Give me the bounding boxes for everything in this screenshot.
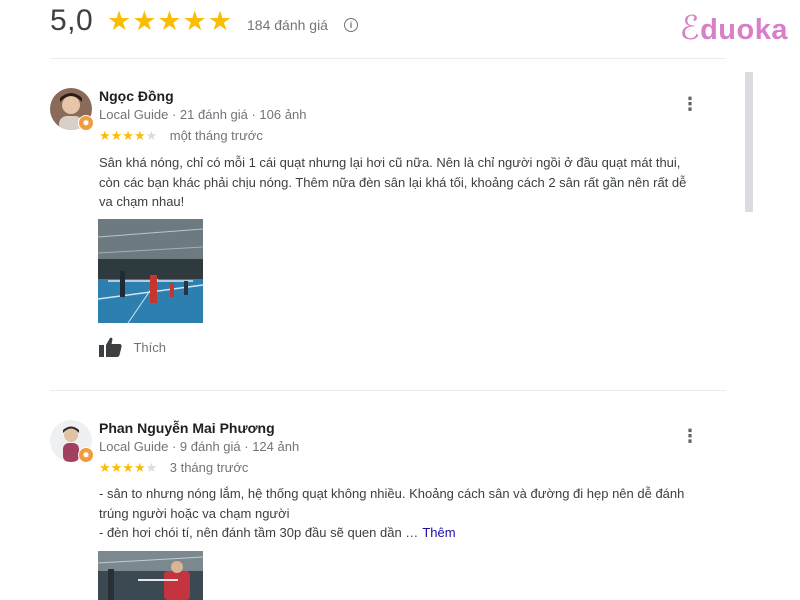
like-button[interactable]: Thích [99, 337, 166, 357]
review-stars: ★★★★★ [99, 460, 158, 475]
review-rating: ★★★★★ một tháng trước [99, 127, 263, 145]
review-card: ✸ Ngọc Đồng Local Guide · 21 đánh giá · … [50, 88, 726, 378]
review-photo[interactable] [98, 551, 203, 600]
reviewer-name[interactable]: Phan Nguyễn Mai Phương [99, 420, 275, 436]
more-options-icon[interactable]: ⋮ [680, 94, 700, 114]
divider [50, 390, 726, 391]
review-text: Sân khá nóng, chỉ có mỗi 1 cái quạt nhưn… [99, 153, 719, 212]
average-rating: 5,0 [50, 4, 94, 37]
reviewer-meta: Local Guide · 21 đánh giá · 106 ảnh [99, 107, 307, 122]
rating-summary-header: 5,0 ★★★★★ 184 đánh giá i ℰduoka [0, 0, 800, 58]
review-text-line: va chạm nhau! [99, 194, 185, 209]
thumbs-up-icon [99, 337, 122, 357]
like-label: Thích [133, 339, 166, 355]
review-text-line: - đèn hơi chói tí, nên đánh tầm 30p đầu … [99, 525, 419, 540]
review-text-line: còn các bạn khác phải chịu nóng. Thêm nữ… [99, 174, 687, 190]
review-photo[interactable] [98, 219, 203, 323]
avatar[interactable]: ✸ [50, 420, 94, 463]
local-guide-badge-icon: ✸ [78, 115, 94, 131]
review-card: ✸ Phan Nguyễn Mai Phương Local Guide · 9… [50, 420, 726, 600]
review-count[interactable]: 184 đánh giá [247, 17, 328, 33]
review-stars: ★★★★★ [99, 128, 158, 143]
review-rating: ★★★★★ 3 tháng trước [99, 459, 248, 477]
more-options-icon[interactable]: ⋮ [680, 426, 700, 446]
reviewer-name[interactable]: Ngọc Đồng [99, 88, 174, 104]
review-time: một tháng trước [169, 128, 263, 143]
review-text-line: - sân to nhưng nóng lắm, hệ thống quạt k… [99, 486, 685, 501]
avatar[interactable]: ✸ [50, 88, 94, 131]
brand-logo: ℰduoka [679, 8, 788, 47]
review-text-line: trúng người hoặc va chạm người [99, 505, 290, 521]
read-more-link[interactable]: Thêm [422, 525, 455, 540]
scrollbar[interactable] [745, 72, 753, 212]
local-guide-badge-icon: ✸ [78, 447, 94, 463]
review-text-line: Sân khá nóng, chỉ có mỗi 1 cái quạt nhưn… [99, 155, 681, 170]
info-icon[interactable]: i [344, 18, 358, 32]
reviewer-meta: Local Guide · 9 đánh giá · 124 ảnh [99, 439, 300, 454]
divider [50, 58, 726, 59]
review-time: 3 tháng trước [169, 460, 249, 475]
review-text: - sân to nhưng nóng lắm, hệ thống quạt k… [99, 484, 719, 543]
rating-stars: ★★★★★ [107, 6, 234, 36]
